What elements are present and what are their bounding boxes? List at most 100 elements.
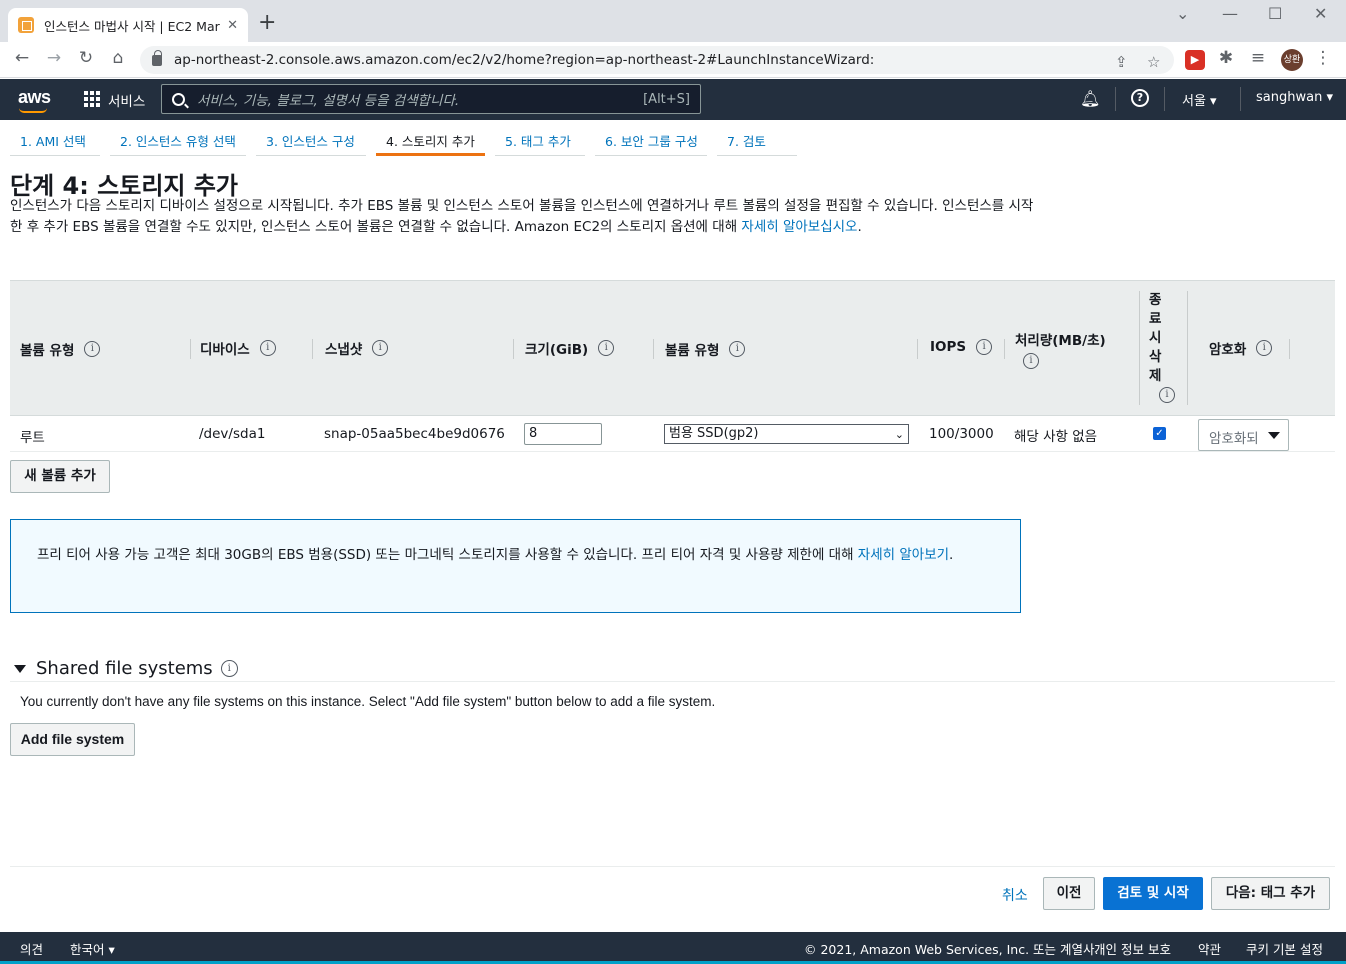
language-selector[interactable]: 한국어 ▾: [70, 939, 115, 958]
header-label: IOPS: [930, 339, 967, 355]
step-instance-type[interactable]: 2. 인스턴스 유형 선택: [110, 128, 246, 156]
column-divider: [1004, 339, 1005, 359]
header-volume-type: 볼륨 유형 i: [20, 339, 101, 359]
table-header: 볼륨 유형 i 디바이스 i 스냅샷 i 크기(GiB) i 볼륨 유형 i IOPS i …: [10, 280, 1335, 416]
cell-throughput: 해당 사항 없음: [1014, 429, 1098, 445]
aws-smile-icon: [19, 108, 47, 113]
services-menu[interactable]: 서비스: [108, 90, 145, 110]
shared-fs-section-toggle[interactable]: Shared file systems i: [14, 658, 238, 679]
maximize-icon[interactable]: ☐: [1268, 4, 1282, 23]
close-window-icon[interactable]: ✕: [1314, 4, 1327, 23]
aws-logo[interactable]: aws: [18, 87, 51, 108]
delete-on-termination-checkbox[interactable]: ✓: [1153, 427, 1166, 440]
avatar[interactable]: 상환: [1281, 49, 1303, 71]
search-input[interactable]: 서비스, 기능, 블로그, 설명서 등을 검색합니다. [Alt+S]: [161, 84, 701, 114]
step-security-group[interactable]: 6. 보안 그룹 구성: [595, 128, 707, 156]
browser-toolbar: ← → ↻ ⌂ ap-northeast-2.console.aws.amazo…: [0, 42, 1346, 78]
cell-snapshot: snap-05aa5bec4be9d0676: [324, 426, 505, 442]
volume-type-select[interactable]: 범용 SSD(gp2) ⌄: [664, 424, 909, 444]
free-tier-text: 프리 티어 사용 가능 고객은 최대 30GB의 EBS 범용(SSD) 또는 …: [37, 547, 858, 563]
size-input[interactable]: 8: [524, 423, 602, 445]
forward-icon[interactable]: →: [42, 48, 66, 68]
home-icon[interactable]: ⌂: [106, 48, 130, 68]
new-tab-button[interactable]: +: [258, 10, 276, 35]
info-icon[interactable]: i: [976, 339, 993, 355]
info-icon[interactable]: i: [84, 341, 101, 357]
info-icon[interactable]: i: [598, 340, 615, 356]
free-tier-learn-more-link[interactable]: 자세히 알아보기: [858, 547, 949, 563]
add-volume-button[interactable]: 새 볼륨 추가: [10, 460, 110, 493]
info-icon[interactable]: i: [1256, 340, 1273, 356]
account-menu[interactable]: sanghwan ▾: [1256, 90, 1333, 105]
help-icon[interactable]: ?: [1131, 89, 1149, 107]
header-label: 처리량(MB/초): [1015, 333, 1106, 349]
tab-search-icon[interactable]: ⌄: [1176, 4, 1189, 23]
step-tags[interactable]: 5. 태그 추가: [495, 128, 585, 156]
learn-more-link[interactable]: 자세히 알아보십시오: [741, 219, 857, 235]
cancel-link[interactable]: 취소: [1002, 885, 1028, 905]
encryption-value: 암호화되: [1209, 431, 1259, 447]
extension-icon[interactable]: ▶: [1185, 50, 1205, 70]
cell-volume-type: 루트: [20, 430, 45, 446]
divider: [10, 681, 1335, 682]
grid-icon[interactable]: [84, 91, 100, 107]
previous-button[interactable]: 이전: [1043, 877, 1095, 910]
info-icon[interactable]: i: [259, 340, 276, 356]
add-file-system-button[interactable]: Add file system: [10, 723, 135, 756]
shared-fs-note: You currently don't have any file system…: [20, 694, 716, 709]
back-icon[interactable]: ←: [10, 48, 34, 68]
search-shortcut-hint: [Alt+S]: [643, 91, 690, 107]
privacy-link[interactable]: 개인 정보 보호: [1094, 939, 1171, 958]
menu-icon[interactable]: ⋮: [1311, 48, 1335, 68]
header-size: 크기(GiB) i: [525, 338, 615, 358]
description-end: .: [857, 219, 862, 235]
minimize-icon[interactable]: —: [1222, 4, 1238, 23]
column-divider: [1139, 291, 1140, 405]
next-add-tags-button[interactable]: 다음: 태그 추가: [1211, 877, 1330, 910]
search-icon: [172, 92, 185, 106]
aws-top-nav: aws 서비스 서비스, 기능, 블로그, 설명서 등을 검색합니다. [Alt…: [0, 79, 1346, 120]
terms-link[interactable]: 약관: [1198, 939, 1221, 958]
address-bar[interactable]: ap-northeast-2.console.aws.amazon.com/ec…: [140, 46, 1174, 74]
storage-table: 볼륨 유형 i 디바이스 i 스냅샷 i 크기(GiB) i 볼륨 유형 i IOPS i …: [10, 280, 1335, 452]
cell-iops: 100/3000: [929, 426, 994, 442]
browser-tab[interactable]: 인스턴스 마법사 시작 | EC2 Mar ✕: [8, 8, 248, 42]
aws-footer: 의견 한국어 ▾ © 2021, Amazon Web Services, In…: [0, 932, 1346, 964]
region-selector[interactable]: 서울 ▾: [1182, 90, 1217, 109]
step-review[interactable]: 7. 검토: [717, 128, 797, 156]
puzzle-icon[interactable]: ✱: [1214, 48, 1238, 68]
description-text: 인스턴스가 다음 스토리지 디바이스 설정으로 시작됩니다. 추가 EBS 볼륨…: [10, 198, 1034, 235]
info-icon[interactable]: i: [1023, 353, 1039, 369]
column-divider: [312, 339, 313, 359]
info-icon[interactable]: i: [729, 341, 746, 357]
chevron-down-icon: ⌄: [894, 428, 904, 441]
reading-list-icon[interactable]: ≡: [1246, 48, 1270, 68]
star-icon[interactable]: ☆: [1147, 53, 1160, 71]
header-label: 종료시삭제: [1149, 292, 1162, 384]
column-divider: [1187, 291, 1188, 405]
header-encryption: 암호화 i: [1209, 338, 1273, 358]
share-icon[interactable]: ⇪: [1115, 53, 1128, 71]
url-text: ap-northeast-2.console.aws.amazon.com/ec…: [174, 52, 875, 68]
lock-icon: [152, 49, 162, 66]
reload-icon[interactable]: ↻: [74, 48, 98, 68]
tab-title: 인스턴스 마법사 시작 | EC2 Mar: [44, 18, 220, 34]
step-configure[interactable]: 3. 인스턴스 구성: [256, 128, 366, 156]
browser-tabstrip: 인스턴스 마법사 시작 | EC2 Mar ✕ + ⌄ — ☐ ✕: [0, 0, 1346, 42]
column-divider: [513, 339, 514, 359]
info-icon[interactable]: i: [1159, 387, 1175, 403]
step-storage[interactable]: 4. 스토리지 추가: [376, 128, 485, 156]
encryption-select[interactable]: 암호화되: [1198, 419, 1289, 451]
step-ami[interactable]: 1. AMI 선택: [10, 128, 100, 156]
free-tier-notice: 프리 티어 사용 가능 고객은 최대 30GB의 EBS 범용(SSD) 또는 …: [10, 519, 1021, 613]
tab-close-icon[interactable]: ✕: [227, 18, 238, 33]
bell-icon[interactable]: 🔔︎: [1080, 89, 1100, 108]
info-icon[interactable]: i: [372, 340, 389, 356]
info-icon[interactable]: i: [220, 660, 238, 677]
review-and-launch-button[interactable]: 검토 및 시작: [1103, 877, 1203, 910]
feedback-link[interactable]: 의견: [20, 939, 43, 958]
cookie-preferences-link[interactable]: 쿠키 기본 설정: [1246, 939, 1323, 958]
column-divider: [653, 339, 654, 359]
search-placeholder: 서비스, 기능, 블로그, 설명서 등을 검색합니다.: [197, 93, 460, 109]
volume-type-value: 범용 SSD(gp2): [669, 426, 759, 441]
